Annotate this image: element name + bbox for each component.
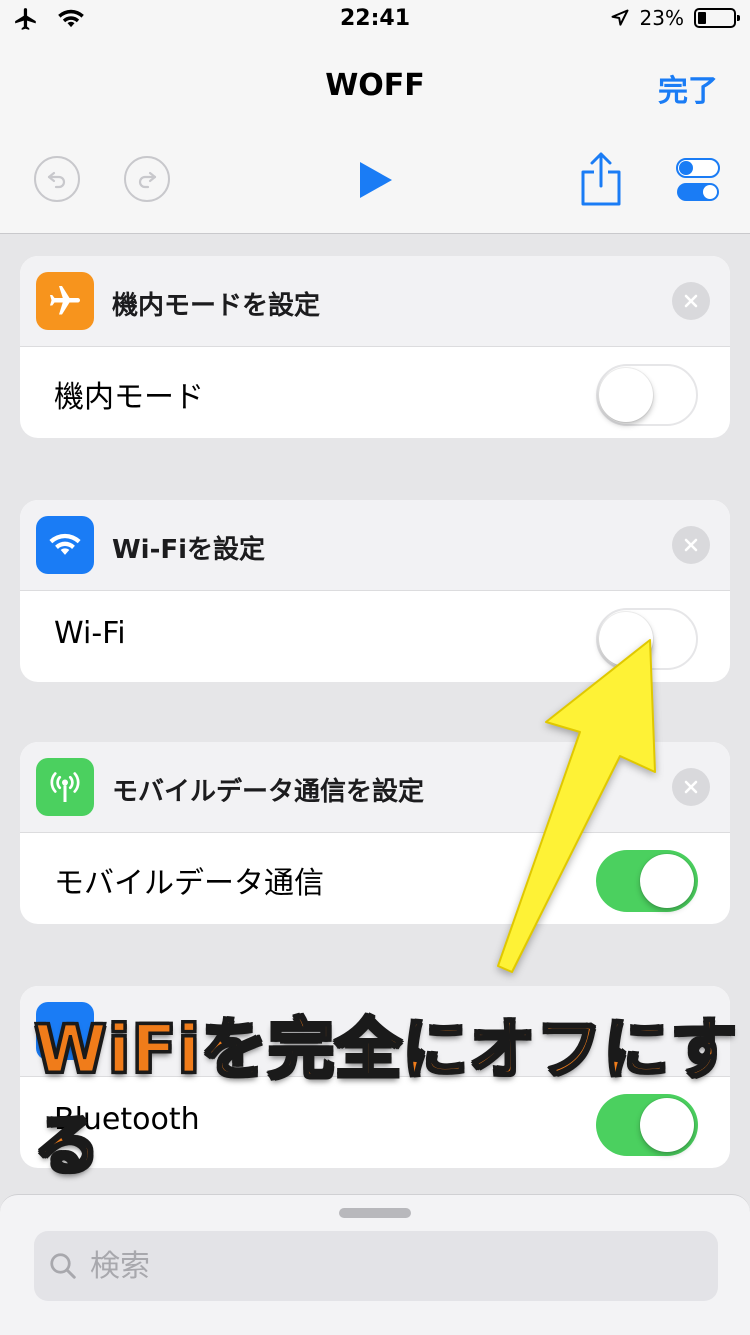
toolbar [0, 130, 750, 234]
airplane-mode-toggle[interactable] [596, 364, 698, 426]
card-header: 機内モードを設定 [20, 256, 730, 347]
play-button[interactable] [356, 160, 396, 200]
search-bar [34, 1231, 718, 1301]
undo-button[interactable] [34, 156, 80, 202]
antenna-icon [36, 758, 94, 816]
search-input[interactable] [88, 1247, 692, 1285]
search-icon [50, 1253, 76, 1279]
battery-icon [694, 8, 740, 28]
card-mobile-data: モバイルデータ通信を設定 モバイルデータ通信 [20, 742, 730, 924]
card-wifi: Wi-Fiを設定 Wi-Fi [20, 500, 730, 682]
share-button[interactable] [580, 150, 622, 206]
annotation-caption: WiFiを完全にオフにする [33, 1010, 739, 1186]
toggle-knob [640, 854, 694, 908]
card-header: Wi-Fiを設定 [20, 500, 730, 591]
battery-percent: 23% [639, 6, 684, 30]
card-title: Wi-Fiを設定 [112, 535, 266, 565]
wifi-toggle[interactable] [596, 608, 698, 670]
setting-label: Wi-Fi [54, 616, 126, 651]
page-title: WOFF [325, 68, 425, 103]
remove-action-button[interactable] [672, 282, 710, 320]
undo-icon [47, 171, 66, 189]
settings-toggle-icon [676, 158, 720, 201]
setting-label: 機内モード [54, 380, 204, 415]
remove-action-button[interactable] [672, 526, 710, 564]
redo-icon [138, 171, 157, 189]
airplane-icon [36, 272, 94, 330]
redo-button[interactable] [124, 156, 170, 202]
done-button[interactable]: 完了 [658, 66, 718, 110]
share-icon [581, 152, 621, 206]
mobile-data-toggle[interactable] [596, 850, 698, 912]
actions-sheet [0, 1194, 750, 1335]
settings-toggle-button[interactable] [676, 158, 720, 202]
toggle-knob [599, 368, 653, 422]
card-title: モバイルデータ通信を設定 [112, 777, 425, 807]
card-airplane-mode: 機内モードを設定 機内モード [20, 256, 730, 438]
status-right: 23% [610, 6, 740, 30]
card-title: 機内モードを設定 [112, 291, 321, 321]
remove-action-button[interactable] [672, 768, 710, 806]
toggle-knob [599, 612, 653, 666]
wifi-icon [36, 516, 94, 574]
status-bar: 22:41 23% [0, 0, 750, 42]
setting-label: モバイルデータ通信 [54, 866, 324, 901]
nav-bar: WOFF 完了 [0, 42, 750, 130]
location-icon [611, 9, 629, 26]
close-icon [684, 538, 698, 552]
sheet-grabber[interactable] [339, 1208, 411, 1218]
close-icon [684, 294, 698, 308]
close-icon [684, 780, 698, 794]
card-header: モバイルデータ通信を設定 [20, 742, 730, 833]
play-icon [360, 162, 392, 198]
